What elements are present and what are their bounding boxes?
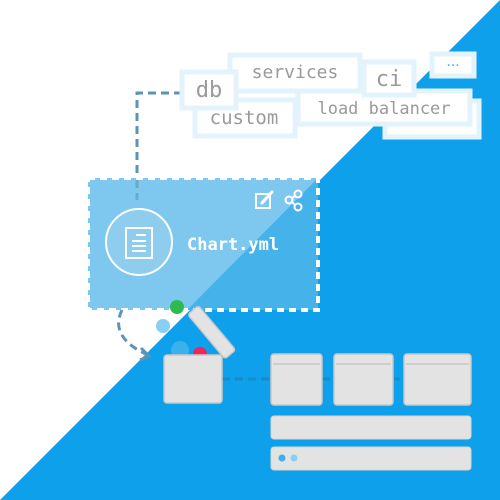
tag-db[interactable]: db [179,69,239,111]
status-dot [290,454,298,462]
tag-more[interactable]: ··· [429,51,477,79]
tag-label: services [252,62,339,83]
cluster-node[interactable] [270,353,323,406]
document-icon [105,208,173,276]
status-dot [278,454,286,462]
cluster-node[interactable] [403,353,472,406]
tag-services[interactable]: services [227,52,363,94]
tag-ci[interactable]: ci [361,59,417,98]
tag-label: ci [376,67,403,92]
dot-light-blue [156,319,170,333]
cluster-node[interactable] [333,353,394,406]
cluster-bar[interactable] [270,415,472,440]
tag-label: db [196,78,223,103]
tag-label: load balancer [317,99,450,119]
cluster-status-bar[interactable] [270,446,472,471]
file-name: Chart.yml [187,235,279,255]
chart-card[interactable]: Chart.yml [86,176,320,312]
dot-green [170,300,184,314]
diagram-canvas: services custom load balancer db ci ··· [0,0,500,500]
tag-label: ··· [446,58,459,74]
package-body [163,354,223,404]
